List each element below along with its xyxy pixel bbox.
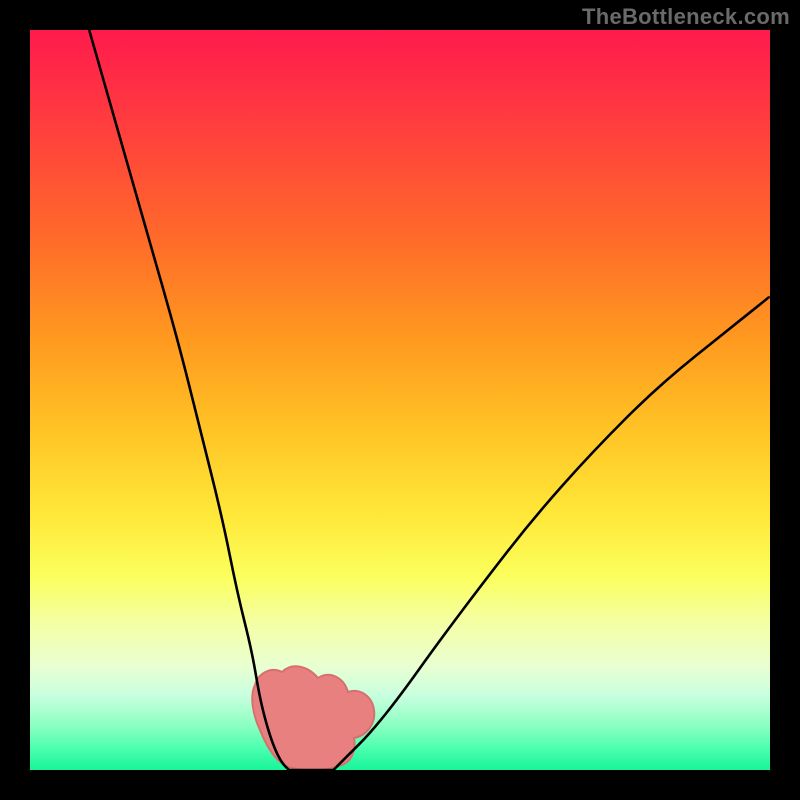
bottleneck-curve	[89, 30, 770, 770]
plot-area	[30, 30, 770, 770]
chart-svg	[30, 30, 770, 770]
blob-cluster	[252, 666, 374, 770]
blob-shape	[252, 666, 374, 770]
outer-frame: TheBottleneck.com	[0, 0, 800, 800]
watermark-text: TheBottleneck.com	[582, 4, 790, 30]
